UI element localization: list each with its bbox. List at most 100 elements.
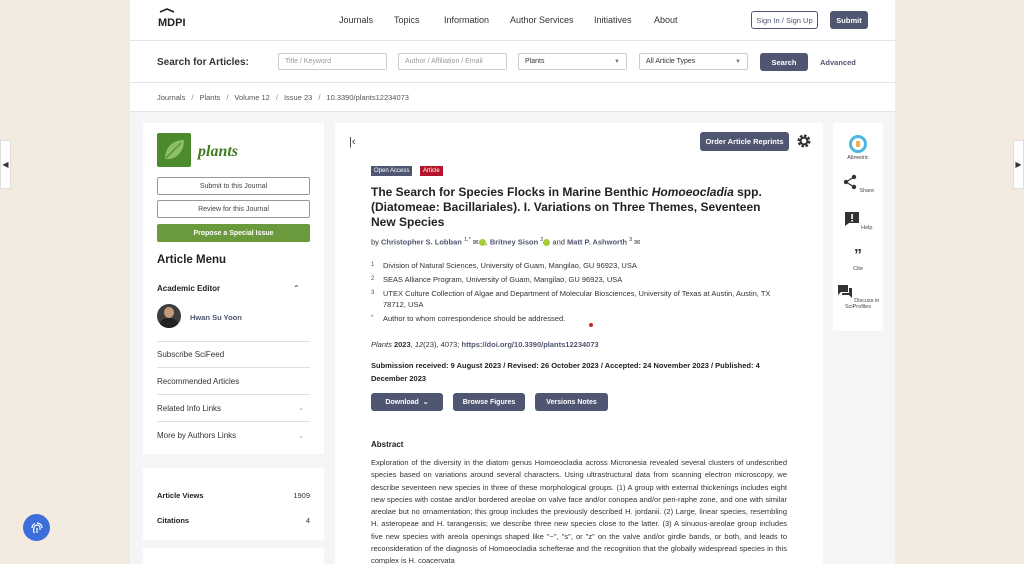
citations-row: Citations 4 <box>157 516 310 525</box>
browse-figures-button[interactable]: Browse Figures <box>453 393 525 411</box>
author-link[interactable]: Britney Sison <box>490 238 538 247</box>
plants-journal-logo[interactable] <box>157 133 191 167</box>
email-icon[interactable]: ✉ <box>634 240 640 247</box>
review-for-journal-button[interactable]: Review for this Journal <box>157 200 310 218</box>
altmetric-button[interactable]: Altmetric <box>833 135 883 161</box>
chevron-down-icon: ▼ <box>735 59 741 65</box>
title-part: The Search for Species Flocks in Marine … <box>371 185 652 199</box>
right-tools-panel: Altmetric Share Help ” Cite Discuss in S… <box>833 123 883 331</box>
article-type-select[interactable]: All Article Types ▼ <box>639 53 748 70</box>
leaf-icon <box>165 140 184 160</box>
submit-to-journal-button[interactable]: Submit to this Journal <box>157 177 310 195</box>
article-views-row: Article Views 1909 <box>157 491 310 500</box>
author-sup: 3 <box>629 237 633 243</box>
cite-volume: 12 <box>414 340 424 349</box>
help-label: Help <box>861 225 873 231</box>
chevron-up-icon[interactable]: ⌃ <box>293 284 300 293</box>
affiliation-number: 3 <box>371 290 375 296</box>
share-label: Share <box>859 188 875 194</box>
menu-item-related-info-links[interactable]: Related Info Links ⌄ <box>157 395 310 422</box>
citation-line: Plants 2023, 12(23), 4073; https://doi.o… <box>371 340 599 349</box>
citations-value: 4 <box>305 516 310 525</box>
affiliation: 2 SEAS Alliance Program, University of Gu… <box>371 274 791 285</box>
mdpi-logo[interactable]: MDPI <box>157 8 197 30</box>
nav-topics[interactable]: Topics <box>394 15 444 25</box>
advanced-search-link[interactable]: Advanced <box>820 58 856 67</box>
editor-name-link[interactable]: Hwan Su Yoon <box>190 313 242 322</box>
breadcrumb-volume[interactable]: Volume 12 <box>234 93 269 102</box>
share-button[interactable]: Share <box>833 174 883 194</box>
avatar <box>157 304 181 328</box>
quote-icon: ” <box>854 247 862 264</box>
collapse-sidebar-icon[interactable]: |‹ <box>349 136 356 148</box>
prev-article-tab[interactable]: ◀ <box>0 140 11 189</box>
menu-item-label: Related Info Links <box>157 403 222 413</box>
nav-journals[interactable]: Journals <box>339 15 394 25</box>
author-link[interactable]: Christopher S. Lobban <box>381 238 462 247</box>
submit-button[interactable]: Submit <box>830 11 868 29</box>
author-input[interactable]: Author / Affiliation / Email <box>398 53 507 70</box>
email-icon[interactable]: ✉ <box>473 240 479 247</box>
next-article-tab[interactable]: ▶ <box>1013 140 1024 189</box>
article-views-value: 1909 <box>293 491 310 500</box>
affiliation: 1 Division of Natural Sciences, Universit… <box>371 260 791 271</box>
search-bar: Search for Articles: Title / Keyword Aut… <box>130 41 895 83</box>
download-label: Download <box>385 398 419 406</box>
breadcrumb-separator: / <box>318 92 321 102</box>
by-label: by <box>371 237 379 247</box>
title-genus: Homoeocladia <box>651 185 734 199</box>
cite-button[interactable]: ” Cite <box>833 247 883 273</box>
affiliation-number: 1 <box>371 262 375 268</box>
open-access-badge: Open Access <box>371 166 413 176</box>
help-button[interactable]: Help <box>833 211 883 231</box>
breadcrumb-plants[interactable]: Plants <box>199 93 220 102</box>
propose-special-issue-button[interactable]: Propose a Special Issue <box>157 224 310 242</box>
journal-select[interactable]: Plants ▼ <box>518 53 627 70</box>
menu-item-subscribe-scifeed[interactable]: Subscribe SciFeed <box>157 341 310 368</box>
author-link[interactable]: Matt P. Ashworth <box>567 238 627 247</box>
and-label: and <box>552 237 565 247</box>
academic-editor-toggle[interactable]: Academic Editor <box>157 284 220 293</box>
page-container: MDPI Journals Topics Information Author … <box>130 0 895 564</box>
help-icon <box>844 212 859 226</box>
nav-information[interactable]: Information <box>444 15 510 25</box>
author-sup: 1,* <box>463 237 471 243</box>
breadcrumb-journals[interactable]: Journals <box>157 93 185 102</box>
versions-notes-button[interactable]: Versions Notes <box>535 393 608 411</box>
chevron-down-icon: ▼ <box>614 59 620 65</box>
menu-item-label: Subscribe SciFeed <box>157 350 225 359</box>
privacy-settings-button[interactable] <box>23 514 50 541</box>
sign-in-button[interactable]: Sign In / Sign Up <box>751 11 818 29</box>
gear-icon[interactable] <box>796 133 812 149</box>
download-button[interactable]: Download ⌄ <box>371 393 443 411</box>
fingerprint-icon <box>30 521 43 533</box>
order-reprints-button[interactable]: Order Article Reprints <box>700 132 789 151</box>
affiliation: * Author to whom correspondence should be… <box>371 313 791 324</box>
affiliation-text: UTEX Culture Collection of Algae and Dep… <box>383 289 771 309</box>
chevron-left-icon: ◀ <box>2 160 9 169</box>
search-button[interactable]: Search <box>760 53 808 71</box>
article-panel: |‹ Order Article Reprints Open Access Ar… <box>335 123 823 564</box>
affiliation-text: Author to whom correspondence should be … <box>383 314 566 323</box>
breadcrumb-issue[interactable]: Issue 23 <box>284 93 312 102</box>
cite-rest: (23), 4073; <box>423 340 460 349</box>
menu-item-more-by-authors[interactable]: More by Authors Links ⌄ <box>157 422 310 449</box>
discuss-scifprofiles-button[interactable]: Discuss in SciProfiles <box>833 284 883 310</box>
journal-name[interactable]: plants <box>198 143 238 161</box>
chevron-down-icon: ⌄ <box>422 399 429 406</box>
menu-item-label: More by Authors Links <box>157 431 237 440</box>
left-sidebar: plants Submit to this Journal Review for… <box>143 123 324 454</box>
orcid-icon[interactable] <box>543 239 551 247</box>
nav-author-services[interactable]: Author Services <box>510 15 594 25</box>
nav-about[interactable]: About <box>654 15 694 25</box>
menu-item-label: Recommended Articles <box>157 376 240 386</box>
altmetric-icon <box>849 135 867 153</box>
menu-item-recommended-articles[interactable]: Recommended Articles <box>157 368 310 395</box>
doi-link[interactable]: https://doi.org/10.3390/plants12234073 <box>462 340 599 349</box>
nav-initiatives[interactable]: Initiatives <box>594 15 654 25</box>
cite-label: Cite <box>853 266 863 272</box>
abstract-heading: Abstract <box>371 440 404 449</box>
orcid-icon[interactable] <box>478 239 486 247</box>
altmetric-label: Altmetric <box>847 155 869 161</box>
title-keyword-input[interactable]: Title / Keyword <box>278 53 387 70</box>
